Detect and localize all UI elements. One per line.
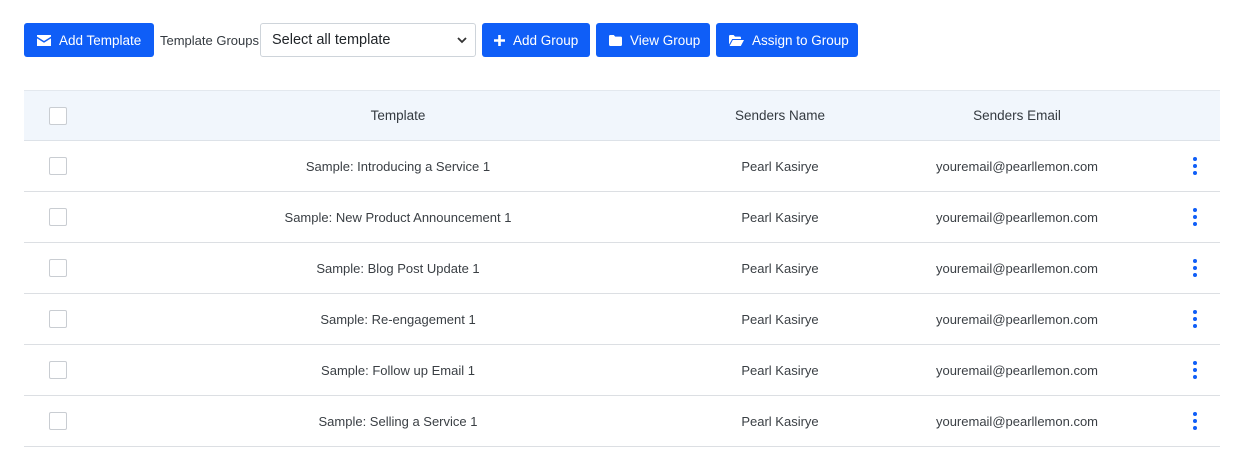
row-checkbox[interactable] [49,361,67,379]
row-checkbox[interactable] [49,412,67,430]
assign-to-group-label: Assign to Group [752,32,849,48]
select-all-checkbox[interactable] [49,106,67,125]
senders-email-cell: youremail@pearllemon.com [935,158,1099,174]
senders-email-cell: youremail@pearllemon.com [935,413,1099,429]
table-row: Sample: Re-engagement 1 Pearl Kasirye yo… [24,294,1220,345]
view-group-label: View Group [630,32,701,48]
add-template-button[interactable]: Add Template [24,23,154,57]
senders-name-cell: Pearl Kasirye [741,413,819,429]
template-cell: Sample: Follow up Email 1 [321,362,475,378]
template-group-select-value: Select all template [272,32,391,48]
senders-email-cell: youremail@pearllemon.com [935,260,1099,276]
vertical-ellipsis-icon[interactable] [1193,208,1197,226]
senders-name-cell: Pearl Kasirye [741,362,819,378]
templates-table: Template Senders Name Senders Email Samp… [24,90,1220,447]
column-header-senders-email: Senders Email [973,108,1061,123]
vertical-ellipsis-icon[interactable] [1193,259,1197,277]
add-template-label: Add Template [59,32,142,48]
toolbar: Add Template Template Groups Select all … [24,23,858,57]
row-checkbox[interactable] [49,310,67,328]
row-checkbox[interactable] [49,259,67,277]
table-header: Template Senders Name Senders Email [24,90,1220,141]
row-checkbox[interactable] [49,157,67,175]
template-cell: Sample: Blog Post Update 1 [316,260,480,276]
template-cell: Sample: Introducing a Service 1 [305,158,491,174]
column-header-senders-name: Senders Name [734,108,826,123]
template-groups-label: Template Groups [160,32,259,48]
chevron-down-icon [457,32,467,48]
vertical-ellipsis-icon[interactable] [1193,157,1197,175]
senders-name-cell: Pearl Kasirye [741,209,819,225]
plus-icon [494,34,505,46]
view-group-button[interactable]: View Group [596,23,710,57]
add-group-label: Add Group [513,32,579,48]
senders-name-cell: Pearl Kasirye [741,158,819,174]
senders-email-cell: youremail@pearllemon.com [935,209,1099,225]
template-cell: Sample: New Product Announcement 1 [284,209,512,225]
senders-name-cell: Pearl Kasirye [741,260,819,276]
vertical-ellipsis-icon[interactable] [1193,310,1197,328]
folder-open-icon [729,34,744,46]
vertical-ellipsis-icon[interactable] [1193,361,1197,379]
table-row: Sample: Follow up Email 1 Pearl Kasirye … [24,345,1220,396]
template-cell: Sample: Selling a Service 1 [318,413,478,429]
vertical-ellipsis-icon[interactable] [1193,412,1197,430]
table-row: Sample: New Product Announcement 1 Pearl… [24,192,1220,243]
template-group-select[interactable]: Select all template [260,23,476,57]
table-row: Sample: Selling a Service 1 Pearl Kasiry… [24,396,1220,447]
row-checkbox[interactable] [49,208,67,226]
senders-email-cell: youremail@pearllemon.com [935,362,1099,378]
column-header-template: Template [370,108,426,123]
folder-icon [609,34,622,46]
add-group-button[interactable]: Add Group [482,23,590,57]
table-row: Sample: Introducing a Service 1 Pearl Ka… [24,141,1220,192]
table-row: Sample: Blog Post Update 1 Pearl Kasirye… [24,243,1220,294]
assign-to-group-button[interactable]: Assign to Group [716,23,858,57]
senders-name-cell: Pearl Kasirye [741,311,819,327]
template-cell: Sample: Re-engagement 1 [320,311,476,327]
envelope-icon [37,34,51,46]
senders-email-cell: youremail@pearllemon.com [935,311,1099,327]
